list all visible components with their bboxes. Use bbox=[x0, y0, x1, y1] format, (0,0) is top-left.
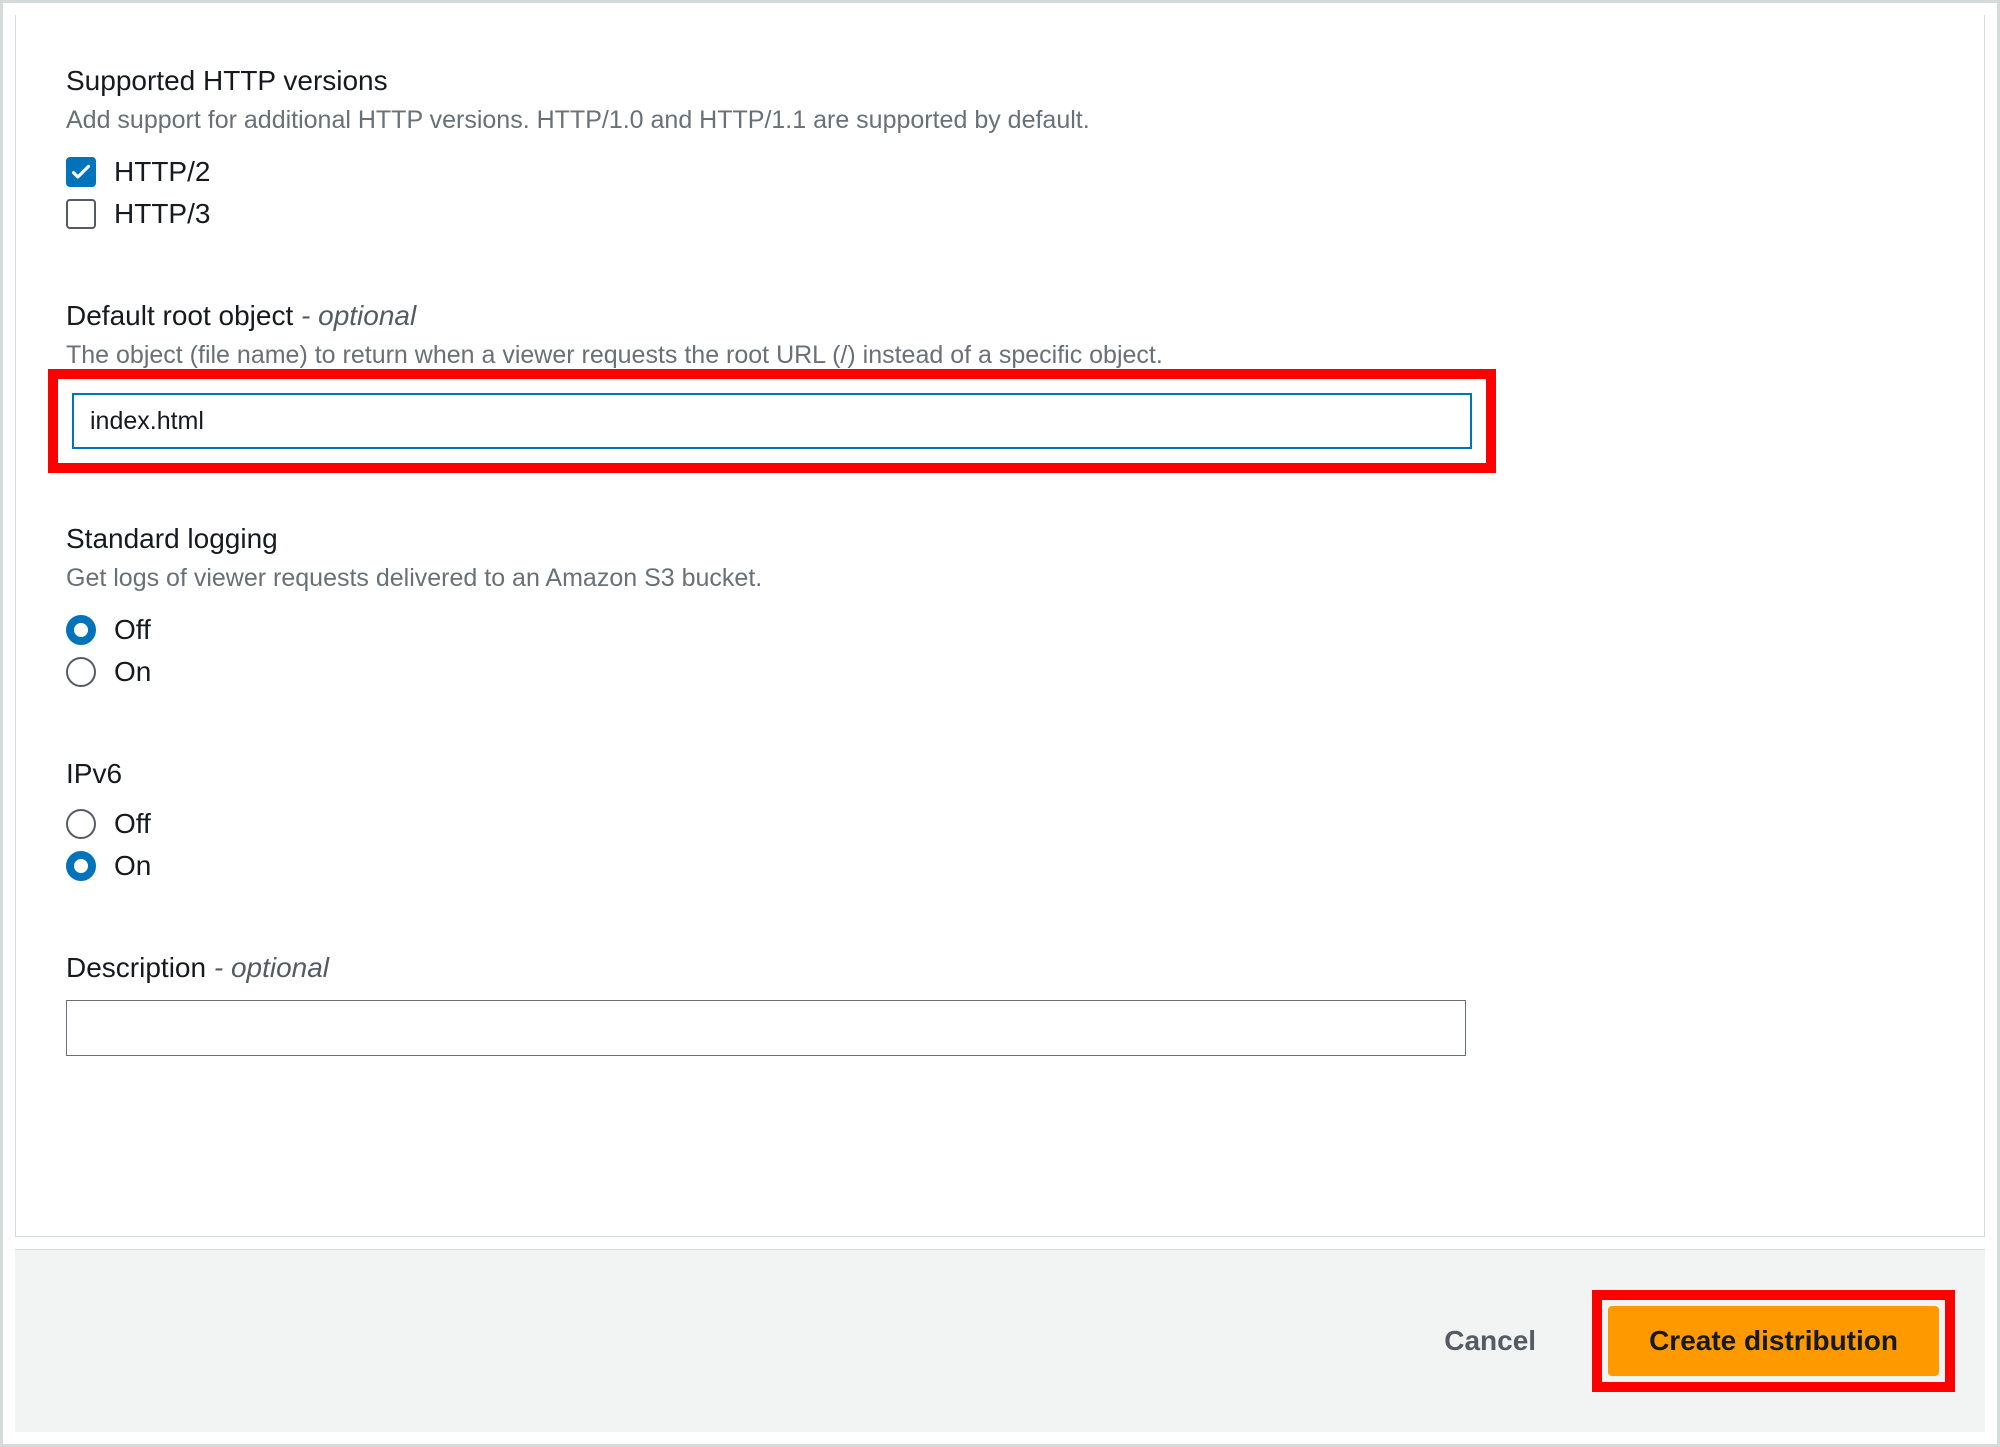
logging-off-row[interactable]: Off bbox=[66, 614, 1934, 646]
ipv6-on-row[interactable]: On bbox=[66, 850, 1934, 882]
optional-label: - optional bbox=[206, 952, 329, 983]
http2-label: HTTP/2 bbox=[114, 156, 210, 188]
logging-desc: Get logs of viewer requests delivered to… bbox=[66, 561, 1934, 596]
logging-section: Standard logging Get logs of viewer requ… bbox=[66, 523, 1934, 688]
http2-checkbox-row[interactable]: HTTP/2 bbox=[66, 156, 1934, 188]
http3-label: HTTP/3 bbox=[114, 198, 210, 230]
default-root-highlight bbox=[48, 369, 1496, 473]
description-title: Description - optional bbox=[66, 952, 1934, 984]
ipv6-off-radio[interactable] bbox=[66, 809, 96, 839]
logging-title: Standard logging bbox=[66, 523, 1934, 555]
default-root-title: Default root object - optional bbox=[66, 300, 1934, 332]
description-title-text: Description bbox=[66, 952, 206, 983]
footer-bar: Cancel Create distribution bbox=[15, 1249, 1985, 1432]
logging-on-row[interactable]: On bbox=[66, 656, 1934, 688]
ipv6-on-radio[interactable] bbox=[66, 851, 96, 881]
http3-checkbox-row[interactable]: HTTP/3 bbox=[66, 198, 1934, 230]
default-root-title-text: Default root object bbox=[66, 300, 293, 331]
default-root-input[interactable] bbox=[72, 393, 1472, 449]
ipv6-off-row[interactable]: Off bbox=[66, 808, 1934, 840]
page-frame: Supported HTTP versions Add support for … bbox=[0, 0, 2000, 1447]
logging-off-radio[interactable] bbox=[66, 615, 96, 645]
http-versions-section: Supported HTTP versions Add support for … bbox=[66, 65, 1934, 230]
create-highlight: Create distribution bbox=[1592, 1290, 1955, 1392]
check-icon bbox=[71, 162, 91, 182]
default-root-section: Default root object - optional The objec… bbox=[66, 300, 1934, 473]
http3-checkbox[interactable] bbox=[66, 199, 96, 229]
logging-on-radio[interactable] bbox=[66, 657, 96, 687]
http-versions-desc: Add support for additional HTTP versions… bbox=[66, 103, 1934, 138]
ipv6-off-label: Off bbox=[114, 808, 151, 840]
logging-on-label: On bbox=[114, 656, 151, 688]
ipv6-on-label: On bbox=[114, 850, 151, 882]
ipv6-section: IPv6 Off On bbox=[66, 758, 1934, 882]
logging-off-label: Off bbox=[114, 614, 151, 646]
http-versions-title: Supported HTTP versions bbox=[66, 65, 1934, 97]
http2-checkbox[interactable] bbox=[66, 157, 96, 187]
form-panel: Supported HTTP versions Add support for … bbox=[15, 15, 1985, 1237]
cancel-button[interactable]: Cancel bbox=[1438, 1324, 1542, 1358]
create-distribution-button[interactable]: Create distribution bbox=[1608, 1306, 1939, 1376]
description-section: Description - optional bbox=[66, 952, 1934, 1056]
ipv6-title: IPv6 bbox=[66, 758, 1934, 790]
optional-label: - optional bbox=[293, 300, 416, 331]
default-root-desc: The object (file name) to return when a … bbox=[66, 338, 1934, 373]
description-input[interactable] bbox=[66, 1000, 1466, 1056]
